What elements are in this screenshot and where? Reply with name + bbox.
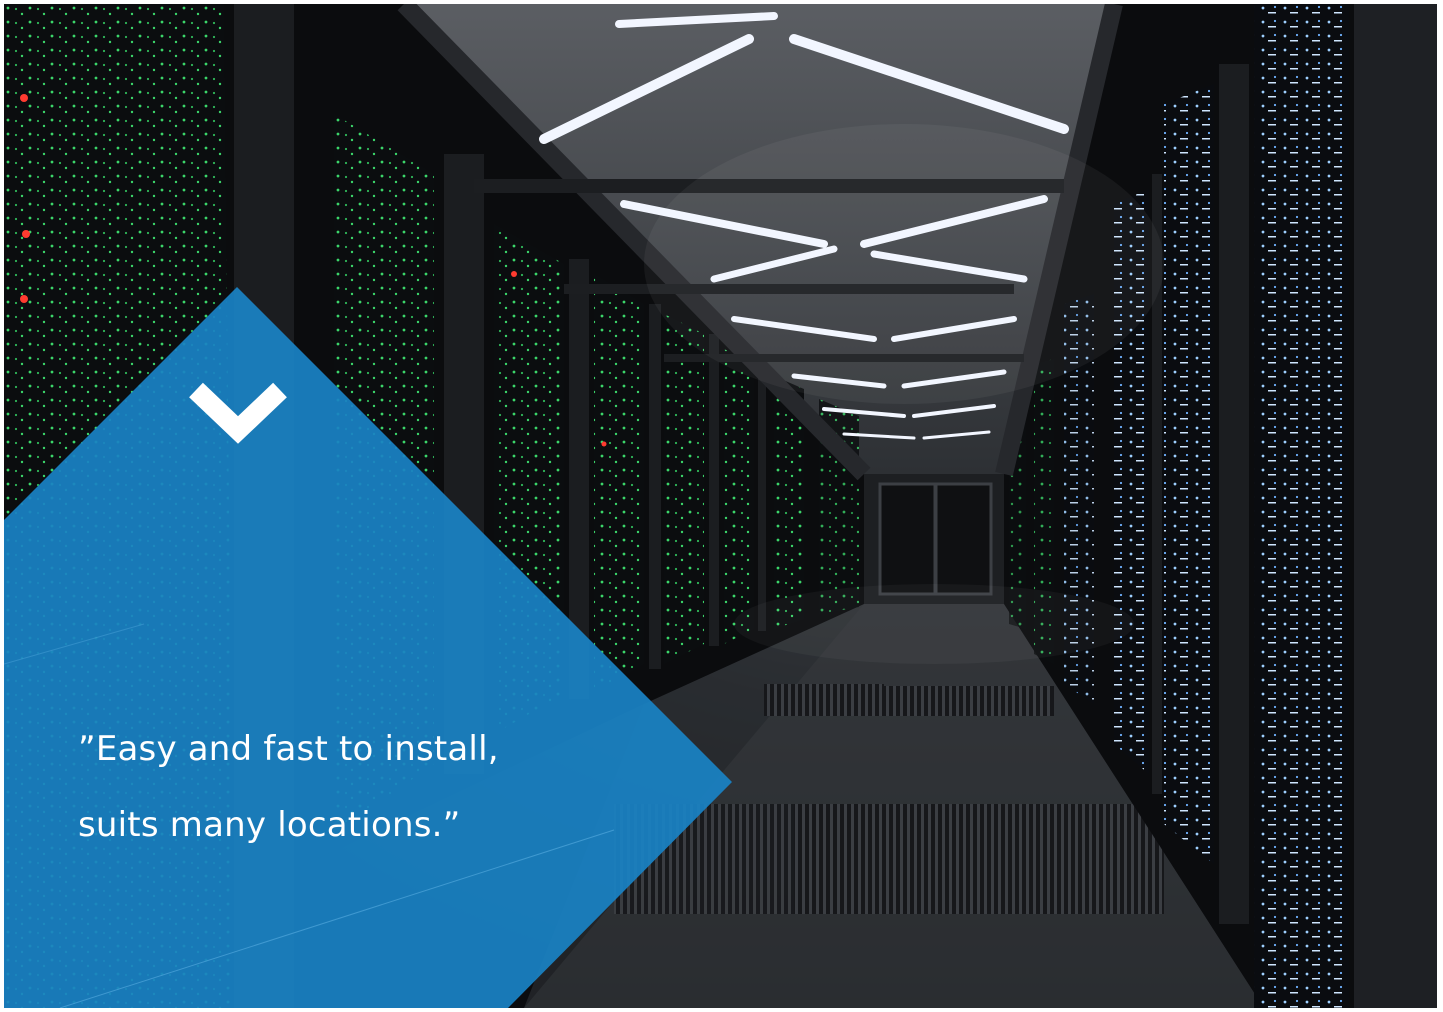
chevron-down-icon (189, 382, 287, 444)
scroll-down-button[interactable] (182, 362, 294, 458)
quote-line-2: suits many locations.” (78, 805, 461, 845)
testimonial-quote: ”Easy and fast to install, suits many lo… (78, 711, 698, 863)
hero-image-frame: ”Easy and fast to install, suits many lo… (4, 4, 1437, 1008)
quote-line-1: ”Easy and fast to install, (78, 729, 499, 769)
